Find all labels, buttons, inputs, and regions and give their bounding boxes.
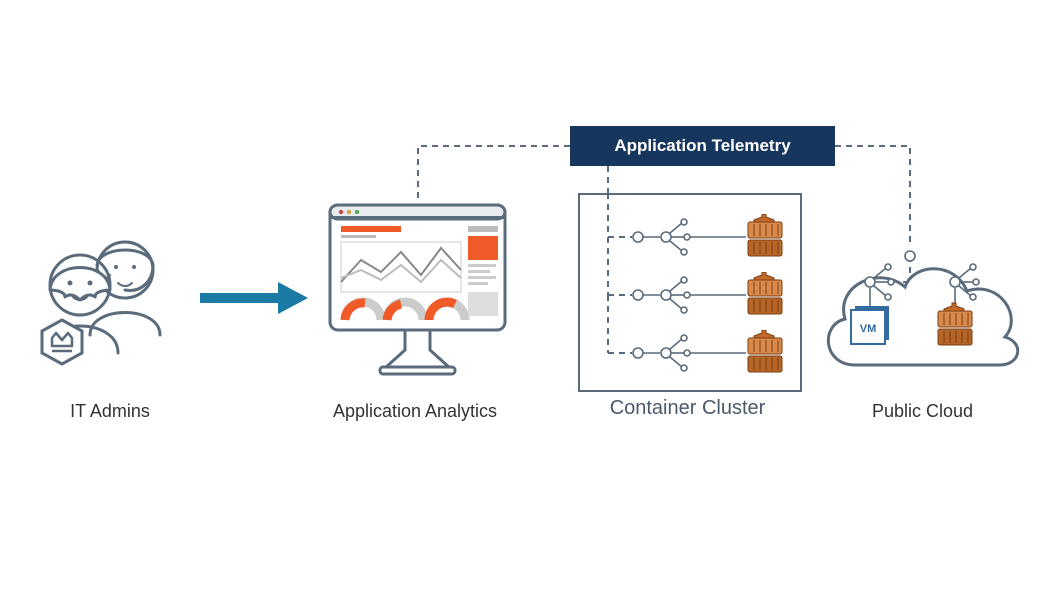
vm-icon: VM [851, 306, 889, 344]
cloud-inner: VM [835, 248, 1025, 378]
telemetry-box: Application Telemetry [570, 126, 835, 166]
app-analytics-label: Application Analytics [300, 401, 530, 422]
cluster-row-2 [628, 272, 793, 318]
cluster-row-3 [628, 330, 793, 376]
public-cloud-label: Public Cloud [835, 401, 1010, 422]
cloud-container-icon [938, 303, 972, 345]
analytics-monitor-icon [325, 200, 510, 380]
it-admins-label: IT Admins [50, 401, 170, 422]
arrow-icon [200, 278, 310, 318]
telemetry-label: Application Telemetry [614, 136, 790, 156]
cluster-row-1 [628, 214, 793, 260]
svg-text:VM: VM [860, 323, 877, 335]
it-admins-icon [30, 225, 190, 375]
container-cluster-label: Container Cluster [575, 397, 800, 420]
